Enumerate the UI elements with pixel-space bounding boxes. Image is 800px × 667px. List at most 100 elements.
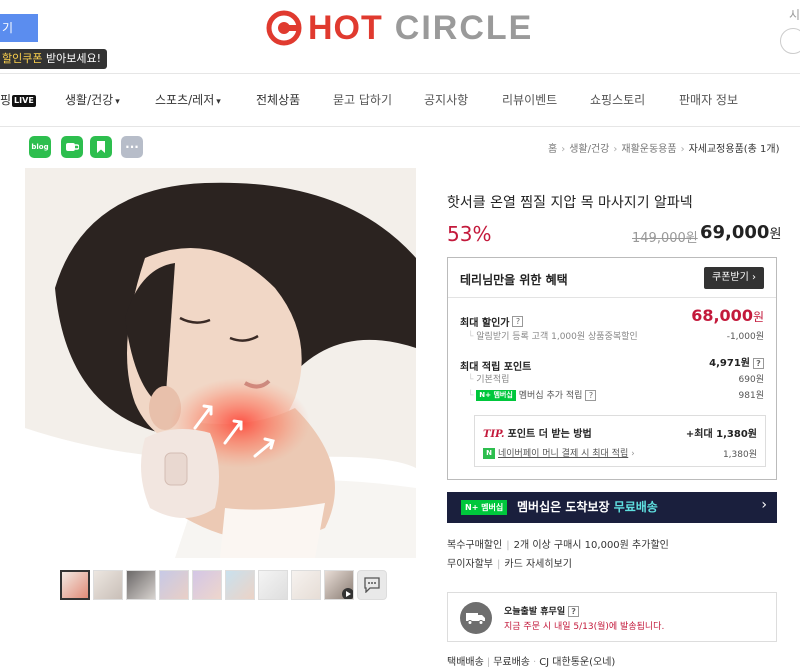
help-icon[interactable]: ? (512, 316, 524, 327)
membership-text-plain: 멤버십은 도착보장 (517, 500, 614, 514)
coupon-tooltip[interactable]: 할인쿠폰 받아보세요! (0, 49, 107, 69)
tip-text: 포인트 더 받는 방법 (507, 429, 592, 440)
multi-buy-value: 2개 이상 구매시 10,000원 추가할인 (513, 540, 669, 551)
category-nav: 핑 LIVE 생활/건강 ▾ 스포츠/레저 ▾ 전체상품 묻고 답하기 공지사항 리뷰… (0, 90, 800, 110)
nav-item-seller-info[interactable]: 판매자 정보 (679, 90, 738, 110)
discount-detail-text: 알림받기 등록 고객 1,000원 상품중복할인 (476, 332, 638, 342)
breadcrumb: 홈 › 생활/건강 › 재활운동용품 › 자세교정용품(총 1개) (548, 140, 780, 155)
max-discount-price: 68,000원 (691, 306, 764, 325)
nav-item-label: 핑 (0, 93, 12, 107)
nav-item-label: 스포츠/레저 (155, 93, 215, 107)
tip-max: +최대 1,380원 (685, 429, 757, 440)
thumbnail-2[interactable] (93, 570, 123, 600)
thumbnail-6[interactable] (225, 570, 255, 600)
nav-item-qna[interactable]: 묻고 답하기 (333, 90, 392, 110)
points-total-row: 4,971원? (709, 354, 764, 369)
nav-item-review-event[interactable]: 리뷰이벤트 (502, 90, 557, 110)
help-icon[interactable]: ? (753, 357, 764, 369)
nav-item-label: 생활/건강 (65, 93, 114, 107)
basic-points-value: 690원 (738, 375, 764, 385)
thumbnail-more-button[interactable] (357, 570, 387, 600)
share-more-button[interactable]: ··· (121, 136, 143, 158)
nav-item-shopping-live[interactable]: 핑 LIVE (0, 90, 36, 110)
npay-icon: N (483, 448, 495, 459)
multi-buy-label: 복수구매할인 (447, 540, 503, 551)
npay-text: 네이버페이 머니 결제 시 최대 적립 (498, 449, 629, 459)
help-icon[interactable]: ? (585, 390, 597, 401)
top-left-button[interactable]: 기 (0, 14, 38, 42)
logo-circle-icon (266, 10, 302, 46)
npay-value: 1,380원 (722, 450, 757, 460)
basic-points-row: └ 기본적립 (468, 372, 509, 385)
bookmark-icon (97, 141, 105, 153)
thumbnail-7[interactable] (258, 570, 288, 600)
coupon-tooltip-highlight: 할인쿠폰 (2, 52, 43, 65)
shipping-carrier: CJ 대한통운(오네) (539, 657, 616, 667)
play-icon (342, 588, 353, 599)
live-badge: LIVE (12, 94, 36, 107)
nav-item-life-health[interactable]: 생활/건강 ▾ (65, 90, 120, 112)
product-photo-illustration (25, 168, 416, 558)
installment-row: 무이자할부 | 카드 자세히보기 (447, 555, 572, 570)
max-discount-price-value: 68,000 (691, 306, 753, 325)
multi-buy-discount-row: 복수구매할인 | 2개 이상 구매시 10,000원 추가할인 (447, 536, 669, 551)
max-discount-price-unit: 원 (752, 310, 764, 324)
nav-item-all-products[interactable]: 전체상품 (256, 90, 300, 110)
thumbnail-8[interactable] (291, 570, 321, 600)
thumbnail-9-video[interactable] (324, 570, 354, 600)
npay-row[interactable]: N 네이버페이 머니 결제 시 최대 적립 › (483, 446, 635, 459)
member-points-label: 멤버십 추가 적립 (518, 391, 583, 401)
tree-line-icon: └ (468, 391, 477, 401)
info-separator: | (486, 657, 491, 667)
member-points-row[interactable]: └ N+ 멤버십 멤버십 추가 적립? (468, 388, 597, 401)
chevron-down-icon: ▾ (216, 97, 221, 107)
chevron-right-icon: › (628, 449, 635, 459)
nav-item-sports-leisure[interactable]: 스포츠/레저 ▾ (155, 90, 221, 112)
blog-icon: blog (31, 143, 49, 151)
breadcrumb-home[interactable]: 홈 (548, 144, 557, 155)
info-separator: | (506, 540, 510, 551)
shipping-method-row: 택배배송 | 무료배송 · CJ 대한통운(오네) (447, 653, 615, 667)
membership-banner[interactable]: N+ 멤버십 멤버십은 도착보장 무료배송 › (447, 492, 777, 523)
breadcrumb-category[interactable]: 생활/건강 (569, 144, 609, 155)
logo-word-hot: HOT (308, 8, 383, 47)
cafe-cup-icon (66, 143, 79, 151)
nav-divider (0, 126, 800, 127)
breadcrumb-current[interactable]: 자세교정용품(총 1개) (689, 144, 780, 155)
membership-text-accent: 무료배송 (613, 500, 658, 514)
store-logo[interactable]: HOT CIRCLE (266, 8, 533, 47)
breadcrumb-subcategory[interactable]: 재활운동용품 (621, 144, 676, 155)
shipping-title-row: 오늘출발 휴무일? (504, 604, 580, 617)
more-dots-icon: ··· (125, 140, 139, 154)
header-divider (0, 73, 800, 74)
discount-amount: -1,000원 (726, 332, 764, 342)
truck-icon (460, 602, 492, 634)
thumbnail-4[interactable] (159, 570, 189, 600)
product-main-image[interactable] (25, 168, 416, 558)
card-details-link[interactable]: 카드 자세히보기 (504, 559, 572, 570)
nav-item-shopping-story[interactable]: 쇼핑스토리 (590, 90, 645, 110)
shipping-title: 오늘출발 휴무일 (504, 607, 566, 617)
thumbnail-5[interactable] (192, 570, 222, 600)
chevron-right-icon: › (761, 497, 767, 513)
thumbnail-3[interactable] (126, 570, 156, 600)
share-blog-button[interactable]: blog (29, 136, 51, 158)
help-icon[interactable]: ? (568, 606, 580, 617)
max-discount-label-row: 최대 할인가? (460, 311, 524, 330)
share-cafe-button[interactable] (61, 136, 83, 158)
benefit-header: 테리님만을 위한 혜택 쿠폰받기 › (448, 258, 776, 298)
dot-separator: · (533, 657, 537, 667)
thumbnail-1[interactable] (60, 570, 90, 600)
top-right-round-button[interactable] (780, 28, 800, 54)
shipping-subtitle: 지금 주문 시 내일 5/13(월)에 발송됩니다. (504, 622, 665, 632)
nav-item-notice[interactable]: 공지사항 (424, 90, 468, 110)
breadcrumb-separator-icon: › (561, 144, 566, 155)
share-bookmark-button[interactable] (90, 136, 112, 158)
shipping-type: 택배배송 (447, 657, 484, 667)
top-right-link[interactable]: 시 (789, 6, 800, 23)
breadcrumb-separator-icon: › (680, 144, 685, 155)
membership-text: 멤버십은 도착보장 무료배송 (517, 498, 658, 515)
chevron-down-icon: ▾ (115, 97, 120, 107)
coupon-button[interactable]: 쿠폰받기 › (704, 267, 764, 289)
info-separator: | (497, 559, 501, 570)
